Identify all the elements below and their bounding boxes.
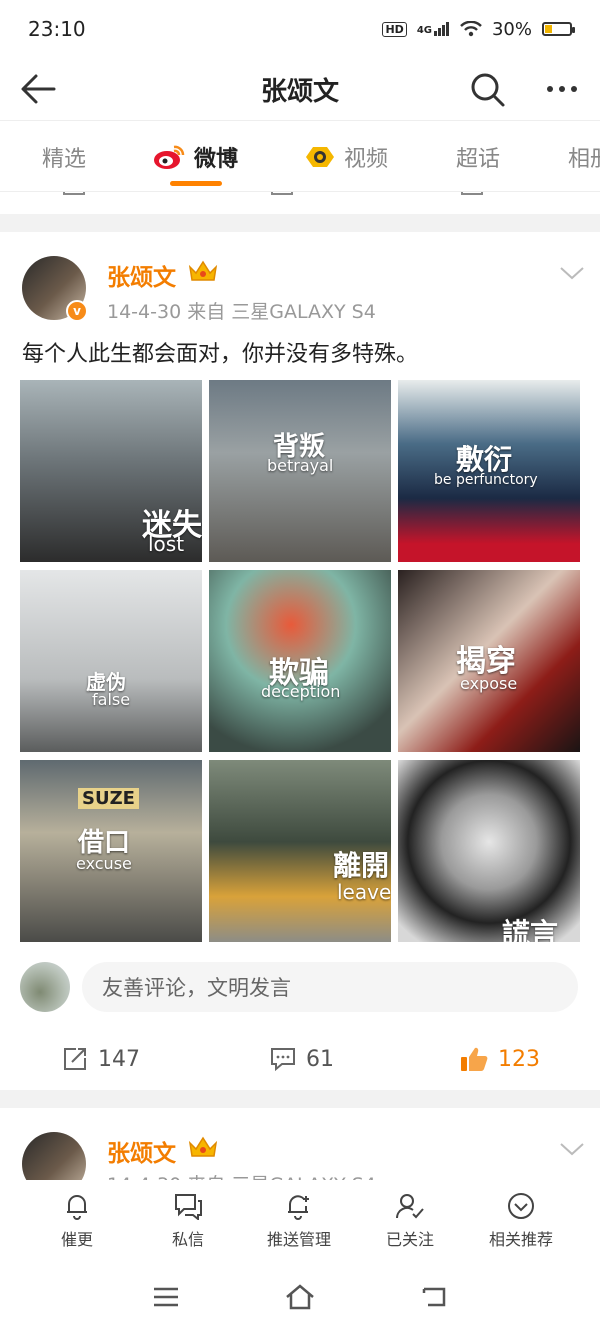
comment-input[interactable]: 友善评论，文明发言 [82,962,578,1012]
grid-image-6[interactable]: 揭穿 expose [398,570,580,752]
signal-icon: 4G [417,22,450,36]
tab-super-topic[interactable]: 超话 [456,141,500,173]
comment-icon [271,192,293,195]
comment-count: 61 [306,1046,334,1072]
tab-album[interactable]: 相册 [568,141,600,173]
author-name[interactable]: 张颂文 [107,258,176,292]
bottom-toolbar: 催更 私信 推送管理 已关注 相关推荐 [0,1180,600,1260]
like-icon [461,192,483,195]
repost-icon [64,1048,86,1070]
grid-image-9[interactable]: 謊言 [398,760,580,942]
grid-image-3[interactable]: 敷衍 be perfunctory [398,380,580,562]
related-recommendations-button[interactable]: 相关推荐 [471,1192,571,1250]
tab-featured[interactable]: 精选 [42,141,86,173]
push-settings-button[interactable]: 推送管理 [249,1192,349,1250]
thumbs-up-icon [461,1047,488,1071]
status-time: 23:10 [28,17,86,41]
bell-icon [67,1195,87,1220]
like-button[interactable]: 123 [460,1046,540,1072]
hd-icon: HD [382,21,407,37]
vip-crown-icon[interactable] [188,259,218,283]
previous-post-actions [0,192,600,214]
back-arrow-icon[interactable] [18,72,58,106]
video-badge-icon [306,147,334,167]
following-button[interactable]: 已关注 [360,1192,460,1250]
user-check-icon [396,1194,424,1219]
my-avatar [20,962,70,1012]
grid-image-5[interactable]: 欺骗 deception [209,570,391,752]
tab-weibo[interactable]: 微博 [152,141,238,173]
post-text: 每个人此生都会面对，你并没有多特殊。 [22,342,419,367]
top-nav-bar: 张颂文 [0,58,600,120]
chat-icon [175,1194,202,1220]
urge-update-button[interactable]: 催更 [27,1192,127,1250]
status-icons: HD 4G 30% [382,18,575,40]
grid-image-4[interactable]: 虚伪 false [20,570,202,752]
menu-icon[interactable] [152,1285,180,1309]
profile-tabs: 精选 微博 视频 超话 相册 [0,120,600,192]
grid-image-8[interactable]: 離開 leave [209,760,391,942]
suze-sign: SUZE [78,788,139,809]
feed-divider [0,1090,600,1108]
image-grid: 迷失 lost 背叛 betrayal 敷衍 be perfunctory 虚伪… [20,380,580,942]
battery-icon [542,22,575,36]
grid-image-7[interactable]: SUZE 借口 excuse [20,760,202,942]
back-icon[interactable] [420,1285,448,1309]
comment-button[interactable]: 61 [270,1046,334,1072]
bell-settings-icon [288,1195,309,1220]
wifi-icon [460,21,482,37]
system-nav-bar [0,1265,600,1333]
feed-divider [0,214,600,232]
message-button[interactable]: 私信 [138,1192,238,1250]
status-bar: 23:10 HD 4G 30% [0,0,600,58]
comment-icon [271,1048,295,1072]
repost-count: 147 [98,1046,140,1072]
grid-image-2[interactable]: 背叛 betrayal [209,380,391,562]
page-title: 张颂文 [260,76,339,107]
weibo-logo-icon [154,145,185,169]
vip-crown-icon[interactable] [188,1135,218,1159]
like-count: 123 [498,1046,540,1072]
repost-icon [63,192,85,195]
search-icon[interactable] [468,70,508,108]
chevron-down-icon[interactable] [558,264,586,282]
home-icon[interactable] [284,1283,316,1311]
more-options-button[interactable] [540,70,584,108]
battery-percent: 30% [491,18,532,40]
chevron-down-icon[interactable] [558,1140,586,1158]
repost-button[interactable]: 147 [62,1046,140,1072]
author-name[interactable]: 张颂文 [107,1134,176,1168]
grid-image-1[interactable]: 迷失 lost [20,380,202,562]
active-tab-indicator [170,181,222,186]
post-meta: 14-4-30 来自 三星GALAXY S4 [107,301,376,323]
tab-video[interactable]: 视频 [304,141,388,173]
verified-badge-icon: v [66,300,88,322]
recommend-icon [508,1193,534,1219]
